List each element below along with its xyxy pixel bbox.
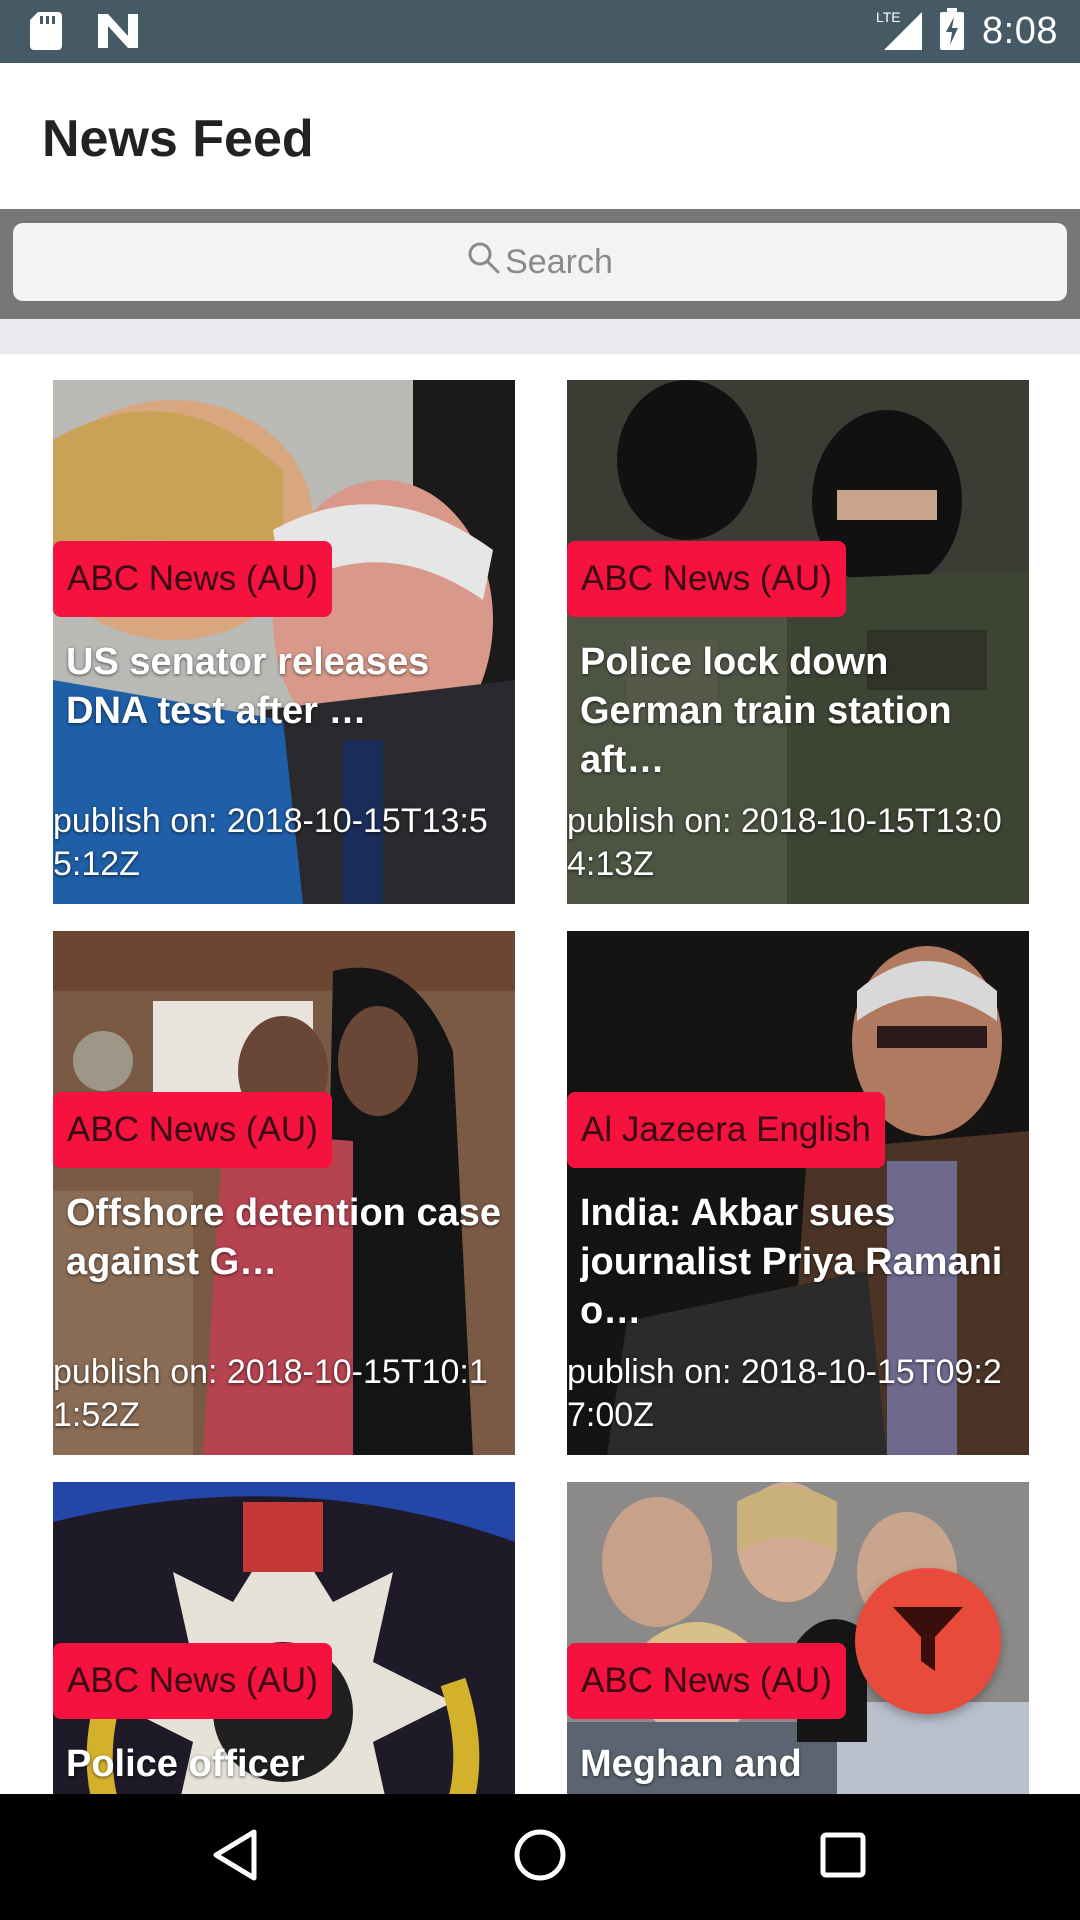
publish-date: publish on: 2018-10-15T09:27:00Z — [567, 1353, 1002, 1434]
recents-icon — [819, 1831, 867, 1884]
article-title: Meghan and — [580, 1743, 802, 1785]
status-time: 8:08 — [982, 10, 1058, 52]
search-input[interactable]: Search — [13, 223, 1067, 301]
home-icon — [513, 1828, 567, 1887]
back-icon — [210, 1828, 260, 1887]
article-title: Police lock down German train station af… — [580, 641, 952, 781]
publish-date: publish on: 2018-10-15T13:55:12Z — [53, 802, 488, 883]
news-card[interactable]: ABC News (AU) Police officer — [53, 1482, 515, 1794]
source-badge: ABC News (AU) — [567, 541, 846, 617]
source-badge: Al Jazeera English — [567, 1092, 885, 1168]
home-button[interactable] — [505, 1822, 575, 1892]
article-title: US senator releases DNA test after … — [66, 641, 430, 732]
filter-icon — [893, 1606, 963, 1676]
sd-card-icon — [30, 12, 62, 55]
app-bar: News Feed — [0, 63, 1080, 209]
divider-band — [0, 319, 1080, 354]
back-button[interactable] — [200, 1822, 270, 1892]
search-placeholder: Search — [505, 242, 613, 281]
article-title: India: Akbar sues journalist Priya Raman… — [580, 1192, 1003, 1332]
filter-button[interactable] — [855, 1568, 1001, 1714]
source-badge: ABC News (AU) — [53, 1092, 332, 1168]
status-bar: LTE 8:08 — [0, 0, 1080, 63]
news-card[interactable]: ABC News (AU) Offshore detention case ag… — [53, 931, 515, 1455]
n-logo-icon — [98, 14, 138, 53]
svg-text:LTE: LTE — [876, 9, 901, 25]
news-card[interactable]: ABC News (AU) US senator releases DNA te… — [53, 380, 515, 904]
news-card[interactable]: ABC News (AU) Police lock down German tr… — [567, 380, 1029, 904]
search-bar-container: Search — [0, 209, 1080, 319]
news-card[interactable]: Al Jazeera English India: Akbar sues jou… — [567, 931, 1029, 1455]
article-title: Offshore detention case against G… — [66, 1192, 501, 1283]
recents-button[interactable] — [808, 1822, 878, 1892]
source-badge: ABC News (AU) — [567, 1643, 846, 1719]
publish-date: publish on: 2018-10-15T10:11:52Z — [53, 1353, 488, 1434]
source-badge: ABC News (AU) — [53, 541, 332, 617]
publish-date: publish on: 2018-10-15T13:04:13Z — [567, 802, 1002, 883]
article-title: Police officer — [66, 1743, 305, 1785]
system-nav-bar — [0, 1794, 1080, 1920]
page-title: News Feed — [42, 110, 314, 168]
battery-charging-icon — [940, 8, 965, 55]
search-icon — [467, 241, 501, 284]
lte-signal-icon: LTE — [876, 8, 923, 55]
source-badge: ABC News (AU) — [53, 1643, 332, 1719]
